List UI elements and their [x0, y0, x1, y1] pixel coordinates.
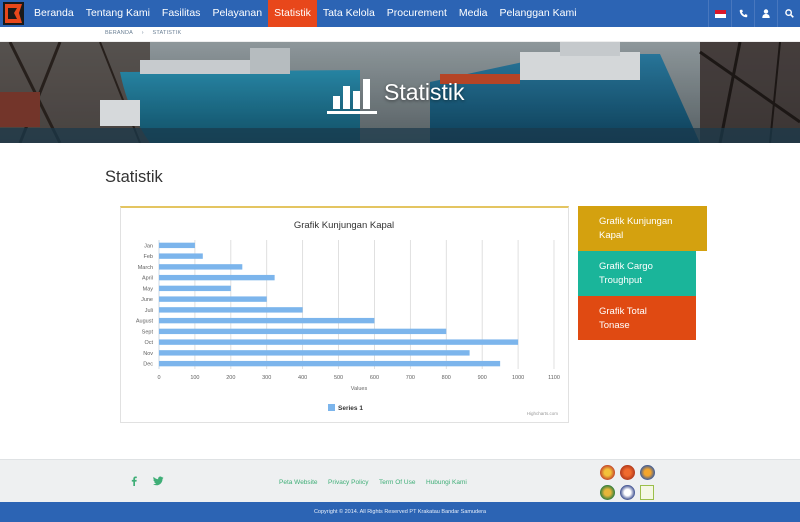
category-label: Oct [144, 340, 153, 346]
nav-item-tentang-kami[interactable]: Tentang Kami [80, 0, 156, 27]
x-tick-label: 1100 [548, 375, 560, 381]
x-tick-label: 400 [298, 375, 307, 381]
x-tick-label: 0 [157, 375, 160, 381]
x-tick-label: 300 [262, 375, 271, 381]
phone-icon [739, 9, 747, 18]
category-label: Sept [142, 329, 154, 335]
tab-grafik-cargo-troughput[interactable]: Grafik Cargo Troughput [578, 251, 696, 296]
footer: Peta Website Privacy Policy Term Of Use … [0, 459, 800, 503]
twitter-icon[interactable] [153, 476, 164, 486]
bar-may[interactable] [159, 285, 231, 292]
bar-august[interactable] [159, 317, 375, 324]
bar-nov[interactable] [159, 350, 470, 356]
user-icon [762, 9, 770, 18]
x-tick-label: 100 [190, 375, 199, 381]
category-label: Jan [144, 243, 153, 249]
tab-label: Grafik Kunjungan Kapal [599, 216, 673, 241]
copyright-text: Copyright © 2014. All Rights Reserved PT… [0, 502, 800, 522]
bar-jan[interactable] [159, 242, 195, 249]
tab-label: Grafik Total Tonase [599, 306, 647, 331]
chart-title: Grafik Kunjungan Kapal [294, 220, 394, 231]
legend-label-series-1[interactable]: Series 1 [338, 405, 363, 412]
statistics-chart-icon [327, 79, 377, 114]
nav-item-tata-kelola[interactable]: Tata Kelola [317, 0, 381, 27]
bar-april[interactable] [159, 274, 275, 281]
nav-utilities [708, 0, 800, 27]
nav-item-statistik[interactable]: Statistik [268, 0, 317, 27]
nav-item-media[interactable]: Media [453, 0, 494, 27]
nav-item-procurement[interactable]: Procurement [381, 0, 453, 27]
nav-item-beranda[interactable]: Beranda [28, 0, 80, 27]
certification-badge-icon [620, 465, 635, 480]
breadcrumb: BERANDA › STATISTIK [105, 30, 188, 36]
footer-link-hubungi-kami[interactable]: Hubungi Kami [426, 479, 467, 486]
x-tick-label: 1000 [512, 375, 524, 381]
footer-link-privacy-policy[interactable]: Privacy Policy [328, 479, 368, 486]
category-label: March [138, 265, 153, 271]
category-label: June [141, 297, 153, 303]
phone-button[interactable] [731, 0, 754, 27]
chart-panel: Grafik Kunjungan Kapal Jan Feb March April M… [120, 206, 569, 423]
certification-badge-icon [600, 465, 615, 480]
breadcrumb-statistik: STATISTIK [152, 30, 182, 36]
bar-juli[interactable] [159, 307, 303, 313]
chart-credits[interactable]: Highcharts.com [527, 411, 559, 416]
breadcrumb-separator-icon: › [141, 30, 144, 36]
facebook-icon[interactable] [131, 476, 137, 486]
x-tick-label: 500 [334, 375, 343, 381]
indonesia-flag-icon [714, 9, 726, 18]
hero-banner: Statistik [0, 42, 800, 143]
category-label: Feb [144, 254, 153, 260]
certification-badge-icon [640, 465, 655, 480]
bar-feb[interactable] [159, 253, 203, 259]
top-navbar: Beranda Tentang Kami Fasilitas Pelayanan… [0, 0, 800, 27]
user-button[interactable] [754, 0, 777, 27]
category-label: Nov [143, 351, 153, 357]
bar-march[interactable] [159, 264, 243, 270]
footer-link-term-of-use[interactable]: Term Of Use [379, 479, 415, 486]
search-icon [784, 9, 794, 18]
search-button[interactable] [777, 0, 800, 27]
x-tick-label: 200 [226, 375, 235, 381]
tab-grafik-kunjungan-kapal[interactable]: Grafik Kunjungan Kapal [578, 206, 707, 251]
nav-item-pelayanan[interactable]: Pelayanan [206, 0, 268, 27]
page-title: Statistik [105, 168, 163, 186]
breadcrumb-beranda[interactable]: BERANDA [105, 30, 133, 36]
category-label: May [143, 286, 154, 292]
y-axis-title: Values [351, 386, 368, 392]
x-tick-label: 900 [478, 375, 487, 381]
category-label: August [136, 319, 154, 325]
x-tick-label: 800 [442, 375, 451, 381]
certification-badge-icon [620, 485, 635, 500]
certification-badge-icon [640, 485, 654, 500]
x-tick-label: 700 [406, 375, 415, 381]
nav-item-fasilitas[interactable]: Fasilitas [156, 0, 207, 27]
nav-item-pelanggan-kami[interactable]: Pelanggan Kami [494, 0, 583, 27]
bar-dec[interactable] [159, 360, 501, 367]
footer-link-peta-website[interactable]: Peta Website [279, 479, 318, 486]
language-button[interactable] [708, 0, 731, 27]
category-label: Juli [145, 308, 153, 314]
bar-oct[interactable] [159, 339, 519, 345]
category-label: Dec [143, 362, 153, 368]
tab-label: Grafik Cargo Troughput [599, 261, 653, 286]
certification-badge-icon [600, 485, 615, 500]
main-menu: Beranda Tentang Kami Fasilitas Pelayanan… [28, 0, 583, 27]
tab-grafik-total-tonase[interactable]: Grafik Total Tonase [578, 296, 696, 340]
company-logo[interactable] [3, 2, 24, 25]
hero-title: Statistik [384, 79, 465, 105]
legend-swatch[interactable] [328, 404, 335, 411]
breadcrumb-bar: BERANDA › STATISTIK [0, 27, 800, 42]
x-tick-label: 600 [370, 375, 379, 381]
category-label: April [142, 276, 153, 282]
bar-june[interactable] [159, 296, 267, 302]
bar-sept[interactable] [159, 328, 447, 335]
bar-chart: Grafik Kunjungan Kapal Jan Feb March April M… [136, 220, 560, 416]
